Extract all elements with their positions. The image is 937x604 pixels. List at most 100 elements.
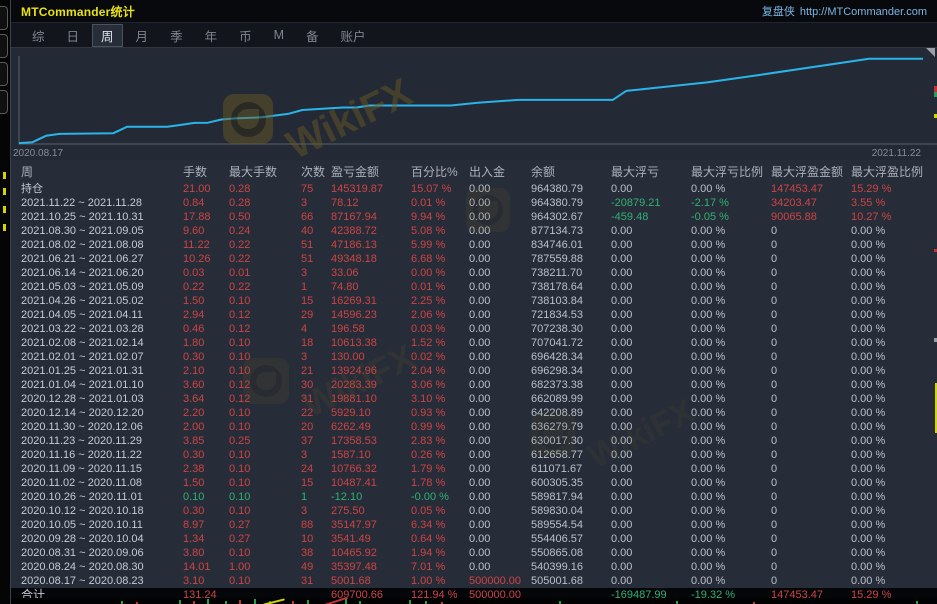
table-row[interactable]: 2021.02.08 ~ 2021.02.141.800.101810613.3… bbox=[11, 336, 937, 350]
table-row[interactable]: 2020.08.17 ~ 2020.08.233.100.10315001.68… bbox=[11, 574, 937, 588]
value-cell: 0.00 % bbox=[691, 392, 771, 406]
tab-M[interactable]: M bbox=[266, 27, 292, 43]
value-cell: 0.12 bbox=[229, 322, 301, 336]
resize-grip-icon[interactable] bbox=[926, 48, 935, 57]
table-row[interactable]: 2020.11.02 ~ 2020.11.081.500.101510487.4… bbox=[11, 476, 937, 490]
value-cell: 30 bbox=[301, 378, 331, 392]
title-bar[interactable]: MTCommander统计 复盘侠http://MTCommander.com bbox=[11, 0, 937, 23]
tab-日[interactable]: 日 bbox=[59, 25, 88, 46]
value-cell: 0.12 bbox=[229, 392, 301, 406]
col-header-4[interactable]: 盈亏金额 bbox=[331, 163, 411, 180]
tab-年[interactable]: 年 bbox=[197, 25, 226, 46]
value-cell: 0.22 bbox=[183, 280, 229, 294]
table-row[interactable]: 2020.10.05 ~ 2020.10.118.970.278835147.9… bbox=[11, 518, 937, 532]
value-cell: 0 bbox=[771, 490, 851, 504]
table-row[interactable]: 2020.10.12 ~ 2020.10.180.300.103275.500.… bbox=[11, 504, 937, 518]
background-marker bbox=[3, 206, 6, 213]
table-row[interactable]: 2021.06.21 ~ 2021.06.2710.260.225149348.… bbox=[11, 252, 937, 266]
value-cell: 0.00 % bbox=[851, 546, 937, 560]
tab-备[interactable]: 备 bbox=[298, 25, 327, 46]
value-cell: 0 bbox=[771, 392, 851, 406]
table-row[interactable]: 2020.09.28 ~ 2020.10.041.340.27103541.49… bbox=[11, 532, 937, 546]
col-header-8[interactable]: 最大浮亏 bbox=[611, 163, 691, 180]
background-button-fragment bbox=[0, 34, 8, 58]
table-row[interactable]: 2020.11.09 ~ 2020.11.152.380.102410766.3… bbox=[11, 462, 937, 476]
table-row[interactable]: 持仓21.000.2875145319.8715.07 %0.00964380.… bbox=[11, 182, 937, 196]
value-cell: 130.00 bbox=[331, 350, 411, 364]
value-cell: 20 bbox=[301, 420, 331, 434]
value-cell: 145319.87 bbox=[331, 182, 411, 196]
table-row[interactable]: 2021.04.26 ~ 2021.05.021.500.101516269.3… bbox=[11, 294, 937, 308]
tab-季[interactable]: 季 bbox=[162, 25, 191, 46]
value-cell: 0.00 % bbox=[691, 336, 771, 350]
table-row[interactable]: 2020.11.23 ~ 2020.11.293.850.253717358.5… bbox=[11, 434, 937, 448]
col-header-5[interactable]: 百分比% bbox=[411, 163, 469, 180]
value-cell: 964380.79 bbox=[531, 182, 611, 196]
value-cell: 0.00 bbox=[469, 406, 531, 420]
col-header-0[interactable]: 周 bbox=[21, 163, 183, 180]
value-cell: 0.03 % bbox=[411, 322, 469, 336]
background-window-sliver bbox=[0, 0, 10, 604]
value-cell: 0.00 bbox=[611, 252, 691, 266]
table-row[interactable]: 2021.03.22 ~ 2021.03.280.460.124196.580.… bbox=[11, 322, 937, 336]
col-header-3[interactable]: 次数 bbox=[301, 163, 331, 180]
table-row[interactable]: 2020.08.31 ~ 2020.09.063.800.103810465.9… bbox=[11, 546, 937, 560]
value-cell: 2.04 % bbox=[411, 364, 469, 378]
value-cell: 0.00 % bbox=[851, 434, 937, 448]
tab-币[interactable]: 币 bbox=[231, 25, 260, 46]
value-cell: 0.46 bbox=[183, 322, 229, 336]
value-cell: 0.00 % bbox=[851, 504, 937, 518]
table-row[interactable]: 2020.11.16 ~ 2020.11.220.300.1031587.100… bbox=[11, 448, 937, 462]
table-row[interactable]: 2021.06.14 ~ 2021.06.200.030.01333.060.0… bbox=[11, 266, 937, 280]
value-cell: 3.55 % bbox=[851, 196, 937, 210]
col-header-11[interactable]: 最大浮盈比例 bbox=[851, 163, 937, 180]
value-cell: 0.00 bbox=[469, 294, 531, 308]
col-header-9[interactable]: 最大浮亏比例 bbox=[691, 163, 771, 180]
brand-link[interactable]: 复盘侠http://MTCommander.com bbox=[762, 3, 927, 19]
table-row[interactable]: 2020.12.14 ~ 2020.12.202.200.10225929.10… bbox=[11, 406, 937, 420]
value-cell: 721834.53 bbox=[531, 308, 611, 322]
period-cell: 2021.11.22 ~ 2021.11.28 bbox=[21, 196, 183, 210]
table-row[interactable]: 2021.11.22 ~ 2021.11.280.840.28378.120.0… bbox=[11, 196, 937, 210]
col-header-2[interactable]: 最大手数 bbox=[229, 163, 301, 180]
value-cell: 630017.30 bbox=[531, 434, 611, 448]
value-cell: 9.94 % bbox=[411, 210, 469, 224]
tab-综[interactable]: 综 bbox=[24, 25, 53, 46]
value-cell: 0.00 bbox=[469, 336, 531, 350]
value-cell: 5.99 % bbox=[411, 238, 469, 252]
tab-周[interactable]: 周 bbox=[93, 25, 122, 46]
value-cell: 0 bbox=[771, 518, 851, 532]
value-cell: 554406.57 bbox=[531, 532, 611, 546]
table-row[interactable]: 2021.10.25 ~ 2021.10.3117.880.506687167.… bbox=[11, 210, 937, 224]
value-cell: 0 bbox=[771, 364, 851, 378]
table-row[interactable]: 2021.04.05 ~ 2021.04.112.940.122914596.2… bbox=[11, 308, 937, 322]
value-cell: 682373.38 bbox=[531, 378, 611, 392]
value-cell: 17358.53 bbox=[331, 434, 411, 448]
table-row[interactable]: 2020.12.28 ~ 2021.01.033.640.123119881.1… bbox=[11, 392, 937, 406]
table-row[interactable]: 2021.08.30 ~ 2021.09.059.600.244042388.7… bbox=[11, 224, 937, 238]
table-row[interactable]: 2021.01.25 ~ 2021.01.312.100.102113924.9… bbox=[11, 364, 937, 378]
col-header-6[interactable]: 出入金 bbox=[469, 163, 531, 180]
value-cell: 21 bbox=[301, 364, 331, 378]
col-header-7[interactable]: 余额 bbox=[531, 163, 611, 180]
table-row[interactable]: 2021.08.02 ~ 2021.08.0811.220.225147186.… bbox=[11, 238, 937, 252]
table-row[interactable]: 2021.01.04 ~ 2021.01.103.600.123020283.3… bbox=[11, 378, 937, 392]
table-row[interactable]: 2020.08.24 ~ 2020.08.3014.011.004935397.… bbox=[11, 560, 937, 574]
col-header-1[interactable]: 手数 bbox=[183, 163, 229, 180]
value-cell: 40 bbox=[301, 224, 331, 238]
value-cell: 0.00 bbox=[611, 378, 691, 392]
value-cell: 1.79 % bbox=[411, 462, 469, 476]
value-cell: 4 bbox=[301, 322, 331, 336]
table-row[interactable]: 2020.11.30 ~ 2020.12.062.000.10206262.49… bbox=[11, 420, 937, 434]
col-header-10[interactable]: 最大浮盈金额 bbox=[771, 163, 851, 180]
value-cell: 10766.32 bbox=[331, 462, 411, 476]
value-cell: 0 bbox=[771, 406, 851, 420]
table-row[interactable]: 2021.05.03 ~ 2021.05.090.220.22174.800.0… bbox=[11, 280, 937, 294]
value-cell: 0.00 bbox=[611, 266, 691, 280]
value-cell: 0.00 % bbox=[691, 532, 771, 546]
table-row[interactable]: 2020.10.26 ~ 2020.11.010.100.101-12.10-0… bbox=[11, 490, 937, 504]
table-row[interactable]: 2021.02.01 ~ 2021.02.070.300.103130.000.… bbox=[11, 350, 937, 364]
tab-账户[interactable]: 账户 bbox=[333, 25, 374, 46]
tab-月[interactable]: 月 bbox=[128, 25, 157, 46]
value-cell: 0.00 % bbox=[691, 224, 771, 238]
